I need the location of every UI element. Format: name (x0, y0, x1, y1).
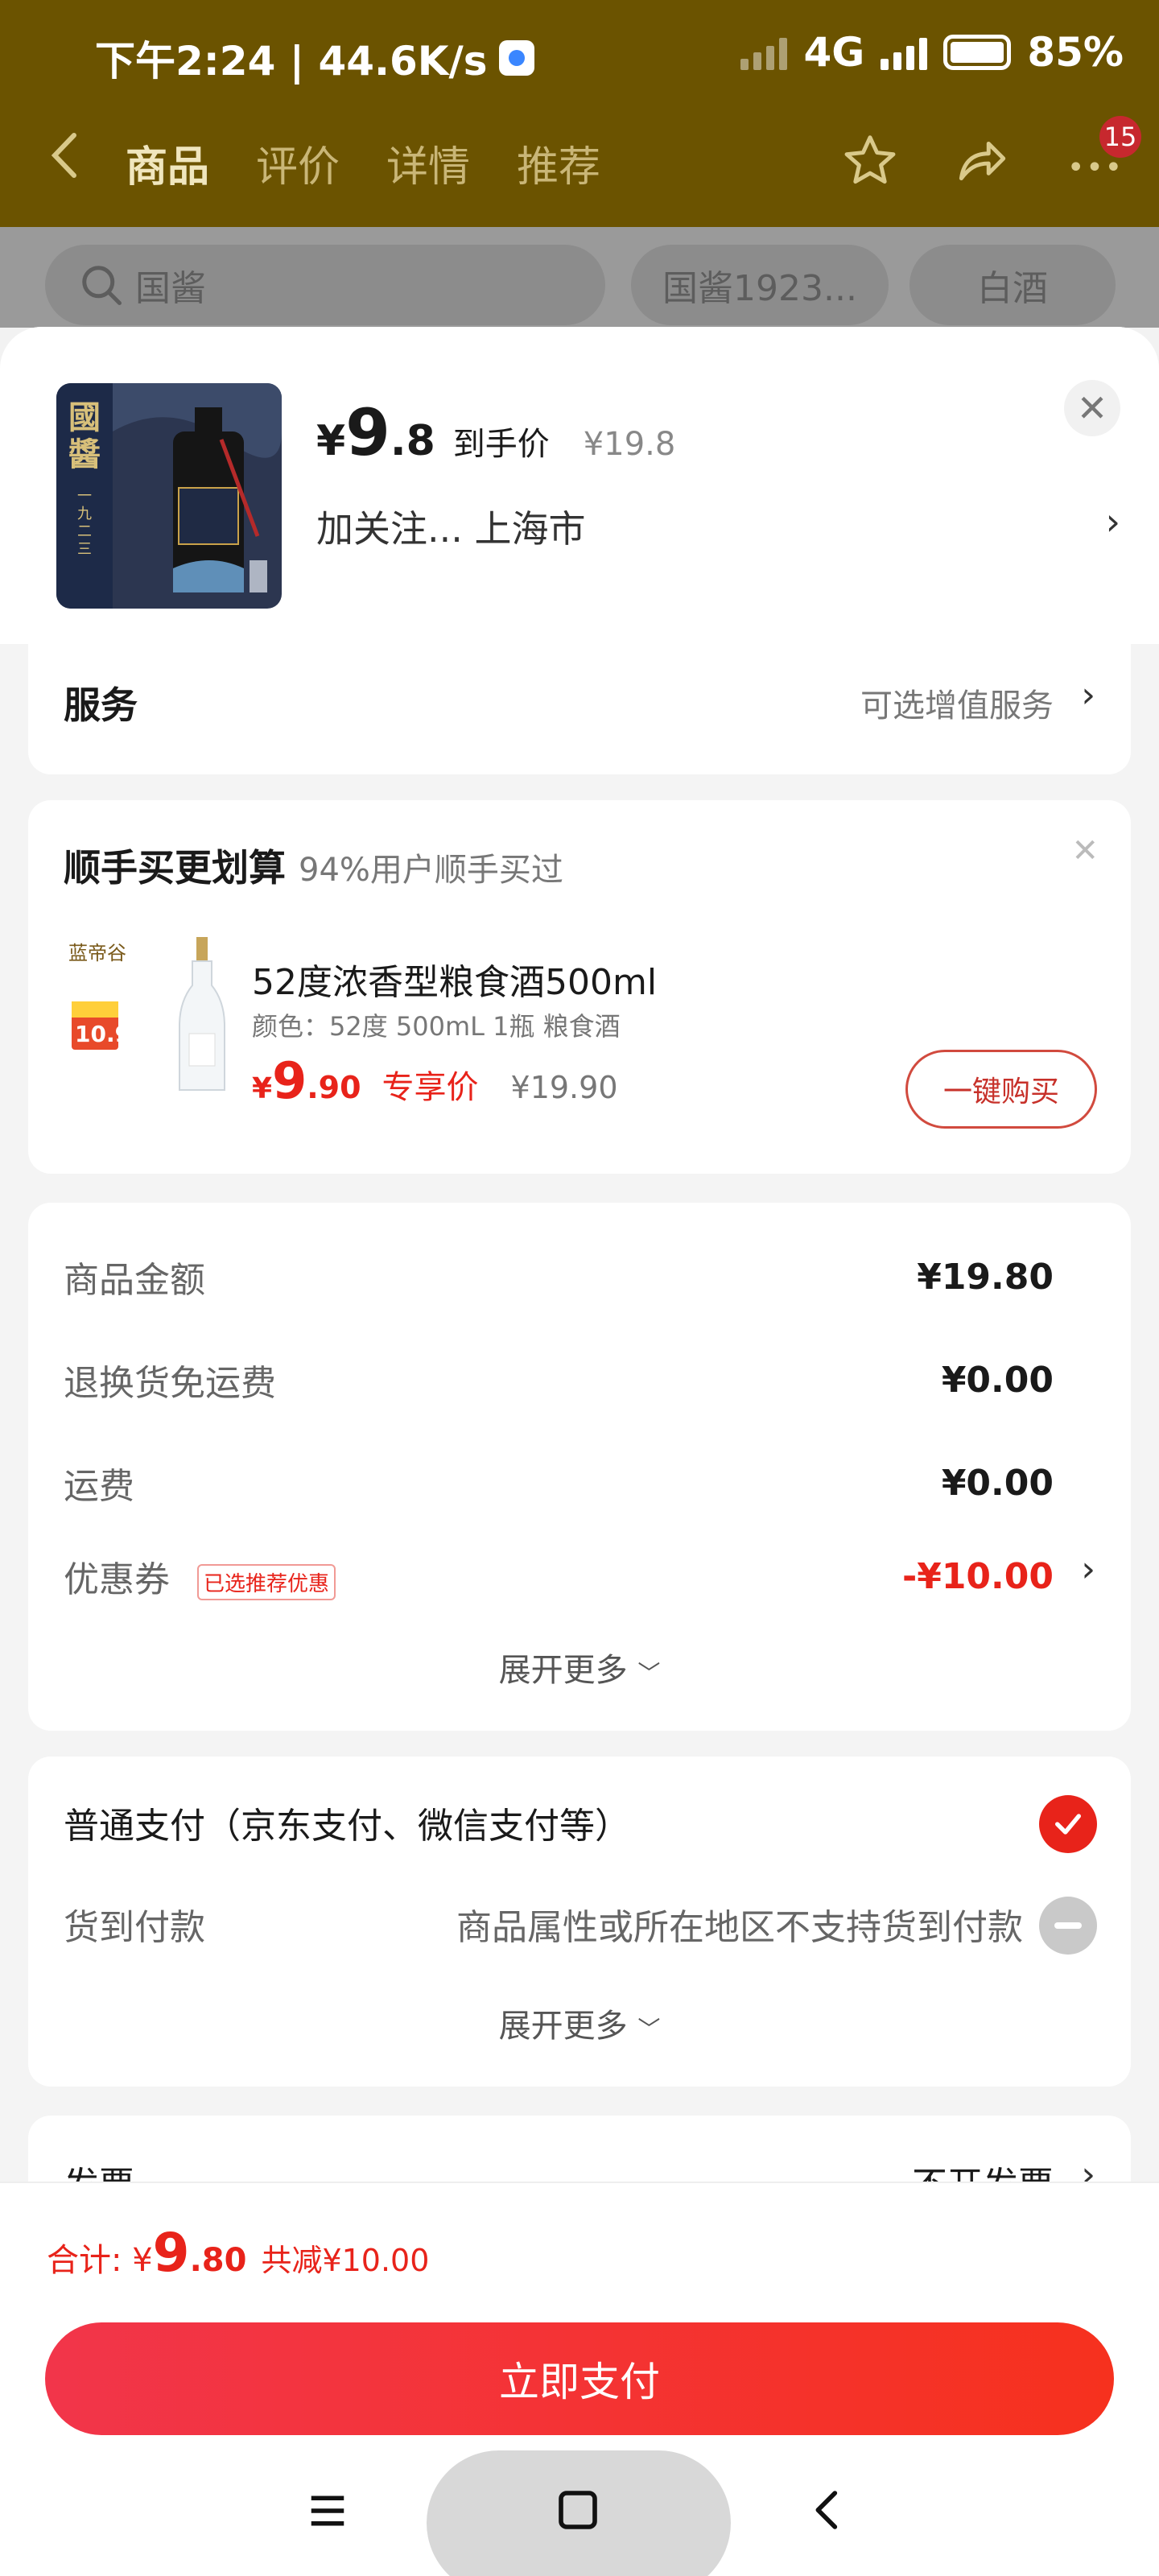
coupon-row[interactable]: 优惠券 已选推荐优惠 -¥10.00 (64, 1550, 1054, 1602)
addon-card: 顺手买更划算 94%用户顺手买过 ✕ 蓝帝谷 10.9 52度浓香型粮食酒500… (28, 800, 1131, 1174)
cod-note: 商品属性或所在地区不支持货到付款 (456, 1907, 1023, 1948)
addon-subtitle: 94%用户顺手买过 (299, 852, 563, 889)
search-row: 国酱 国酱1923... 白酒 (0, 227, 1159, 328)
status-bar: 下午2:24 | 44.6K/s 4G 85% (0, 0, 1159, 113)
battery-level: 85% (1027, 29, 1124, 76)
delivery-address[interactable]: 加关注... 上海市 (316, 500, 586, 553)
back-nav-icon[interactable] (805, 2486, 850, 2537)
search-icon (82, 266, 122, 305)
cod-label: 货到付款 (64, 1907, 205, 1948)
summary-row: 退换货免运费 ¥0.00 (64, 1359, 1054, 1405)
close-icon[interactable]: ✕ (1064, 380, 1120, 436)
addon-original-price: ¥19.90 (510, 1070, 618, 1105)
tab-product[interactable]: 商品 (126, 133, 209, 193)
summary-row: 运费 ¥0.00 (64, 1462, 1054, 1508)
thumb-sub: 一九二三 (77, 488, 92, 558)
normal-payment-check-icon[interactable] (1039, 1795, 1097, 1853)
battery-icon (943, 35, 1012, 70)
price-decimal: .8 (390, 417, 435, 465)
bottom-bar: 合计: ¥ 9 .80 共减¥10.00 立即支付 (0, 2182, 1159, 2576)
pay-now-button[interactable]: 立即支付 (45, 2322, 1114, 2435)
service-value: 可选增值服务 (860, 687, 1054, 724)
sim-signal-icon (740, 35, 788, 70)
back-icon[interactable] (48, 127, 80, 197)
price-label: 到手价 (452, 426, 550, 463)
product-header: 國醬 一九二三 ¥ 9 .8 到手价 ¥19.8 加关注... 上海市 › ✕ (0, 327, 1159, 644)
service-title: 服务 (64, 683, 138, 727)
tab-recommend[interactable]: 推荐 (517, 133, 600, 193)
original-price: ¥19.8 (583, 426, 676, 463)
addon-close-icon[interactable]: ✕ (1071, 832, 1099, 869)
addon-price-label: 专享价 (382, 1069, 479, 1106)
product-thumbnail: 國醬 一九二三 (56, 383, 282, 609)
top-nav: 商品 评价 详情 推荐 15 (0, 113, 1159, 227)
search-input[interactable]: 国酱 (45, 245, 605, 325)
browser-compass-icon (498, 40, 534, 76)
address-chevron-icon[interactable]: › (1106, 500, 1120, 543)
service-card[interactable]: 服务 可选增值服务 › (28, 644, 1131, 774)
thumb-brand: 國醬 (68, 399, 101, 473)
divider (0, 2182, 1159, 2183)
price-integer: 9 (345, 395, 390, 470)
chevron-down-icon: ﹀ (637, 2016, 661, 2042)
coupon-label: 优惠券 (64, 1559, 170, 1600)
filter-chip-1[interactable]: 国酱1923... (631, 245, 889, 325)
status-time-speed: 下午2:24 | 44.6K/s (95, 38, 488, 85)
home-icon[interactable] (555, 2487, 600, 2536)
chevron-down-icon: ﹀ (637, 1660, 661, 1686)
normal-payment-label[interactable]: 普通支付（京东支付、微信支付等） (64, 1797, 630, 1848)
addon-product-spec: 颜色：52度 500mL 1瓶 粮食酒 (252, 1011, 621, 1042)
coupon-chevron-icon[interactable]: › (1081, 1549, 1095, 1590)
addon-thumb-tag: 10.9 (75, 1021, 131, 1047)
addon-thumbnail[interactable]: 蓝帝谷 10.9 (64, 937, 249, 1098)
search-query: 国酱 (135, 268, 206, 309)
tab-reviews[interactable]: 评价 (256, 133, 340, 193)
addon-price: ¥ 9 .90 专享价 ¥19.90 (252, 1051, 618, 1110)
message-badge: 15 (1099, 116, 1141, 158)
addon-thumb-brand: 蓝帝谷 (68, 942, 126, 964)
one-click-buy-button[interactable]: 一键购买 (905, 1050, 1097, 1129)
nav-tabs: 商品 评价 详情 推荐 (126, 133, 600, 193)
tab-details[interactable]: 详情 (386, 133, 470, 193)
share-icon[interactable] (951, 131, 1011, 191)
payment-card: 普通支付（京东支付、微信支付等） 货到付款 商品属性或所在地区不支持货到付款 展… (28, 1757, 1131, 2087)
total-decimal: .80 (189, 2242, 247, 2279)
addon-product-name[interactable]: 52度浓香型粮食酒500ml (252, 953, 657, 1005)
summary-card: 商品金额 ¥19.80 退换货免运费 ¥0.00 运费 ¥0.00 优惠券 已选… (28, 1203, 1131, 1731)
coupon-tag: 已选推荐优惠 (197, 1563, 336, 1600)
order-total: 合计: ¥ 9 .80 共减¥10.00 (47, 2222, 430, 2284)
cod-disabled-icon (1039, 1897, 1097, 1955)
coupon-value: -¥10.00 (901, 1555, 1054, 1597)
menu-icon[interactable] (306, 2489, 349, 2536)
product-price: ¥ 9 .8 到手价 ¥19.8 (316, 395, 676, 470)
service-chevron-icon: › (1081, 675, 1095, 716)
system-nav-bar (0, 2438, 1159, 2576)
network-type: 4G (803, 29, 865, 76)
star-icon[interactable] (840, 131, 900, 191)
summary-expand[interactable]: 展开更多 ﹀ (28, 1644, 1131, 1690)
summary-row: 商品金额 ¥19.80 (64, 1256, 1054, 1302)
signal-icon (881, 35, 928, 70)
payment-expand[interactable]: 展开更多 ﹀ (28, 2000, 1131, 2046)
addon-title: 顺手买更划算 (64, 846, 286, 890)
total-integer: 9 (152, 2222, 190, 2284)
filter-chip-2[interactable]: 白酒 (909, 245, 1116, 325)
total-discount: 共减¥10.00 (261, 2243, 430, 2278)
